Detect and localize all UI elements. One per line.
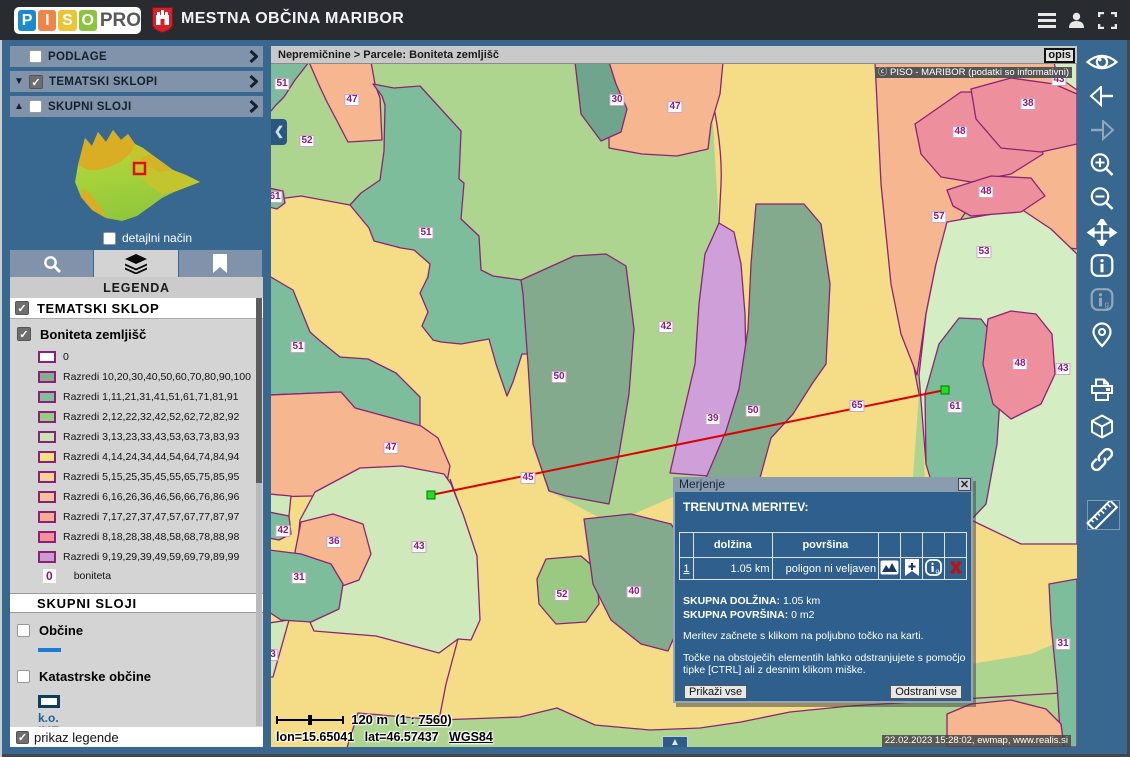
svg-text:g: g	[935, 568, 939, 575]
svg-text:g: g	[1105, 300, 1109, 309]
